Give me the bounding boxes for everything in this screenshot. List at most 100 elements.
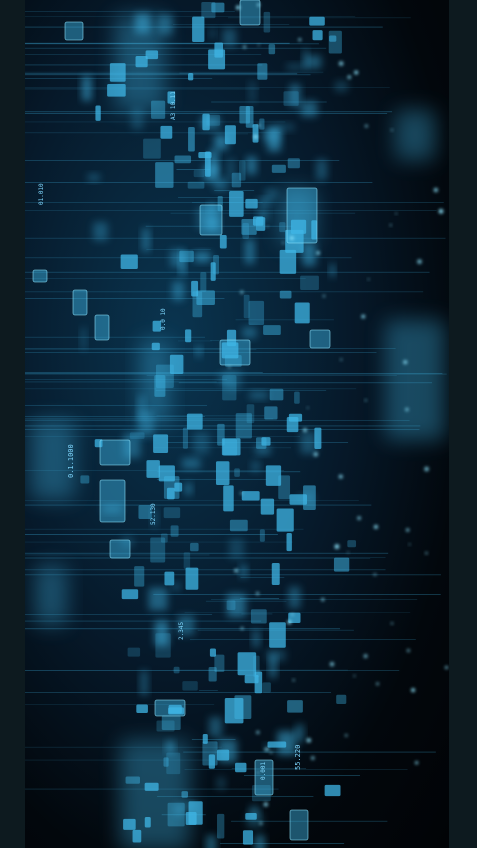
glow-dot (256, 591, 260, 595)
data-block (166, 752, 181, 775)
glow-dot (406, 528, 410, 532)
data-block (295, 724, 304, 742)
left-frame-border (0, 0, 26, 848)
data-block (153, 434, 169, 453)
data-block (172, 281, 185, 301)
glow-dot (291, 613, 294, 616)
glow-dot (389, 224, 392, 227)
data-block (175, 803, 185, 816)
data-block (169, 354, 184, 374)
data-block (95, 105, 101, 121)
data-block (157, 14, 173, 35)
data-block (166, 740, 175, 754)
data-block (163, 507, 181, 519)
data-block (242, 327, 257, 338)
glow-dot (263, 802, 269, 807)
data-block (241, 491, 260, 501)
data-block (249, 391, 269, 399)
data-tab (64, 21, 84, 41)
data-block (287, 158, 300, 169)
data-block (277, 731, 296, 755)
data-block (279, 222, 286, 233)
data-tab (219, 339, 251, 366)
data-block (229, 538, 245, 559)
data-block (229, 519, 248, 532)
glow-dot (415, 761, 419, 765)
glow-dot (403, 360, 408, 365)
data-block (256, 437, 267, 449)
data-block (80, 475, 90, 484)
data-tab (289, 809, 309, 841)
glow-dot (367, 278, 370, 281)
data-block (174, 482, 183, 492)
data-block (87, 174, 100, 182)
data-block (288, 586, 301, 609)
glow-dot (361, 314, 366, 319)
data-block (329, 35, 337, 42)
data-block (208, 49, 226, 70)
glow-dot (334, 544, 340, 549)
data-block (300, 431, 317, 454)
glow-dot (376, 682, 379, 686)
data-block (336, 694, 347, 705)
data-block (138, 395, 145, 420)
data-block (185, 567, 199, 590)
glow-dot (344, 734, 348, 737)
glow-dot (390, 129, 393, 131)
data-block (184, 482, 192, 495)
data-block (237, 652, 257, 676)
label-0-1-1000: 0.1.1000 (67, 444, 75, 478)
data-block (125, 776, 140, 784)
data-block (121, 589, 139, 600)
data-block (120, 254, 138, 270)
data-block (206, 835, 217, 848)
data-tab (72, 289, 88, 316)
glow-dot (373, 573, 377, 576)
data-block (164, 571, 175, 586)
data-tab (32, 269, 48, 283)
label-55220: 55.220 (294, 745, 302, 770)
data-block (144, 817, 151, 828)
data-block (160, 125, 173, 139)
data-block (183, 552, 191, 569)
data-block (210, 262, 216, 281)
glow-dot (338, 61, 344, 66)
data-block (146, 460, 160, 478)
data-block (193, 169, 205, 178)
data-block (185, 812, 197, 825)
glow-dot (240, 290, 244, 294)
data-tab (154, 699, 186, 717)
data-block (196, 290, 215, 305)
data-tab (94, 314, 110, 341)
data-block (215, 461, 230, 486)
data-block (268, 44, 276, 55)
glow-dot (353, 674, 356, 677)
data-block (294, 391, 300, 404)
data-block (328, 30, 342, 54)
data-block (257, 63, 268, 80)
data-block (254, 671, 263, 694)
glow-dot (347, 75, 352, 79)
data-block (235, 762, 247, 773)
labels-layer: 01.010 A3 10.11 0.1.1000 0.0 10 52.130 2… (38, 91, 302, 780)
data-block (200, 272, 207, 292)
data-block (243, 294, 250, 319)
data-block (263, 130, 281, 142)
glow-dot (322, 294, 326, 298)
data-block (142, 228, 150, 252)
glow-dot (425, 552, 428, 555)
glow-dot (313, 452, 318, 457)
data-block (93, 222, 108, 241)
glow-dot (316, 251, 320, 255)
data-block (210, 28, 216, 39)
data-block (309, 16, 325, 26)
data-block (188, 127, 195, 152)
glow-dot (433, 188, 438, 193)
data-block (248, 300, 265, 325)
data-block (80, 327, 87, 350)
data-block (190, 542, 199, 552)
data-block (260, 498, 275, 515)
data-block (143, 138, 161, 159)
data-block (248, 80, 256, 104)
data-block (155, 633, 171, 658)
